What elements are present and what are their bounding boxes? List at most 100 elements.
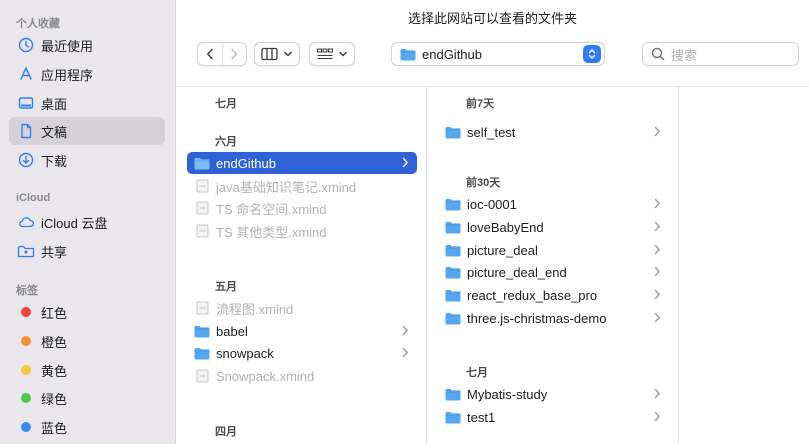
tag-dot <box>21 422 31 432</box>
xmind-file-icon <box>194 179 210 193</box>
tag-dot <box>21 336 31 346</box>
sidebar-item-documents[interactable]: 文稿 <box>9 117 165 145</box>
chevron-right-icon <box>654 221 660 232</box>
file-label: picture_deal_end <box>467 264 567 280</box>
chevron-right-icon <box>654 126 660 137</box>
file-label: react_redux_base_pro <box>467 287 598 303</box>
group-header: 七月 <box>466 367 488 379</box>
tag-dot <box>21 307 31 317</box>
folder-icon <box>445 265 461 279</box>
sidebar-item-recents[interactable]: 最近使用 <box>9 31 165 59</box>
group-header: 六月 <box>215 136 237 148</box>
sidebar-tag-yellow[interactable]: 黄色 <box>9 356 165 384</box>
folder-row[interactable]: Mybatis-study <box>438 383 669 405</box>
chevron-right-icon <box>654 388 660 399</box>
window-title: 选择此网站可以查看的文件夹 <box>407 11 577 26</box>
browser-column-2: 前7天 self_test 前30天 ioc-0001 loveBabyEnd … <box>427 87 679 444</box>
sidebar-tag-red[interactable]: 红色 <box>9 298 165 326</box>
chevron-right-icon <box>654 411 660 422</box>
clock-icon <box>17 36 35 54</box>
folder-icon <box>194 156 210 170</box>
cloud-icon <box>17 213 35 231</box>
file-label: Mybatis-study <box>467 386 548 402</box>
file-label: TS 其他类型.xmind <box>216 224 327 240</box>
sidebar-favorites-header: 个人收藏 <box>16 18 60 30</box>
chevron-right-icon <box>654 244 660 255</box>
sidebar-tag-green[interactable]: 绿色 <box>9 384 165 412</box>
file-label: 流程图.xmind <box>216 301 294 317</box>
file-label: loveBabyEnd <box>467 219 544 235</box>
view-columns-button[interactable] <box>254 42 300 66</box>
folder-row[interactable]: self_test <box>438 121 669 143</box>
file-label: picture_deal <box>467 242 538 258</box>
xmind-file-icon <box>194 369 210 383</box>
file-label: java基础知识笔记.xmind <box>216 179 357 195</box>
folder-icon <box>445 220 461 234</box>
file-label: test1 <box>467 409 496 425</box>
shared-folder-icon <box>17 242 35 260</box>
sidebar-item-label: 桌面 <box>41 96 68 112</box>
sidebar-item-downloads[interactable]: 下载 <box>9 146 165 174</box>
sidebar-item-applications[interactable]: 应用程序 <box>9 60 165 88</box>
chevron-down-icon <box>284 51 292 57</box>
sidebar-item-icloud-drive[interactable]: iCloud 云盘 <box>9 208 165 236</box>
applications-icon <box>17 65 35 83</box>
sidebar-item-desktop[interactable]: 桌面 <box>9 89 165 117</box>
file-row-snowpack[interactable]: snowpack <box>187 342 417 364</box>
back-button[interactable] <box>198 43 222 65</box>
chevron-right-icon <box>402 347 408 358</box>
file-row: TS 命名空间.xmind <box>187 197 417 219</box>
sidebar-item-label: 黄色 <box>41 363 68 379</box>
sidebar-item-label: 蓝色 <box>41 420 68 436</box>
folder-row[interactable]: picture_deal_end <box>438 261 669 283</box>
search-icon <box>651 47 665 61</box>
sidebar-icloud-header: iCloud <box>16 192 51 204</box>
folder-row[interactable]: loveBabyEnd <box>438 216 669 238</box>
search-field[interactable]: 搜索 <box>642 42 799 66</box>
search-placeholder: 搜索 <box>671 47 698 63</box>
folder-row[interactable]: test1 <box>438 406 669 428</box>
folder-row[interactable]: three.js-christmas-demo <box>438 307 669 329</box>
folder-row[interactable]: react_redux_base_pro <box>438 284 669 306</box>
sidebar-tag-orange[interactable]: 橙色 <box>9 327 165 355</box>
sidebar-item-label: 橙色 <box>41 334 68 350</box>
browser-column-1: 七月 六月 endGithub java基础知识笔记.xmind TS 命名空间… <box>176 87 427 444</box>
sidebar-item-shared[interactable]: 共享 <box>9 237 165 265</box>
file-label: ioc-0001 <box>467 196 517 212</box>
xmind-file-icon <box>194 224 210 238</box>
folder-icon <box>400 48 416 60</box>
location-label: endGithub <box>422 46 482 62</box>
file-label: babel <box>216 323 248 339</box>
sidebar-item-label: 文稿 <box>41 124 68 140</box>
location-stepper <box>583 45 601 63</box>
file-row-babel[interactable]: babel <box>187 320 417 342</box>
columns-view-icon <box>261 47 278 61</box>
folder-row[interactable]: picture_deal <box>438 239 669 261</box>
location-popup[interactable]: endGithub <box>391 42 605 66</box>
group-header: 四月 <box>215 426 237 438</box>
chevron-right-icon <box>654 312 660 323</box>
file-row: 流程图.xmind <box>187 297 417 319</box>
sidebar-tags-header: 标签 <box>16 285 38 297</box>
forward-button[interactable] <box>221 43 246 65</box>
folder-icon <box>445 410 461 424</box>
chevron-right-icon <box>654 289 660 300</box>
chevron-right-icon <box>231 48 238 60</box>
folder-icon <box>445 125 461 139</box>
file-row-endgithub[interactable]: endGithub <box>187 152 417 174</box>
up-down-chevron-icon <box>588 49 596 59</box>
chevron-right-icon <box>402 325 408 336</box>
group-by-button[interactable] <box>309 42 355 66</box>
sidebar-item-label: 红色 <box>41 305 68 321</box>
sidebar-item-label: 应用程序 <box>41 67 94 83</box>
file-label: snowpack <box>216 345 274 361</box>
sidebar-item-label: 绿色 <box>41 391 68 407</box>
group-header: 前7天 <box>466 98 495 110</box>
folder-icon <box>445 311 461 325</box>
desktop-icon <box>17 94 35 112</box>
file-row: TS 其他类型.xmind <box>187 220 417 242</box>
grid-icon <box>317 48 333 59</box>
chevron-right-icon <box>654 198 660 209</box>
sidebar-tag-blue[interactable]: 蓝色 <box>9 413 165 441</box>
folder-row[interactable]: ioc-0001 <box>438 193 669 215</box>
